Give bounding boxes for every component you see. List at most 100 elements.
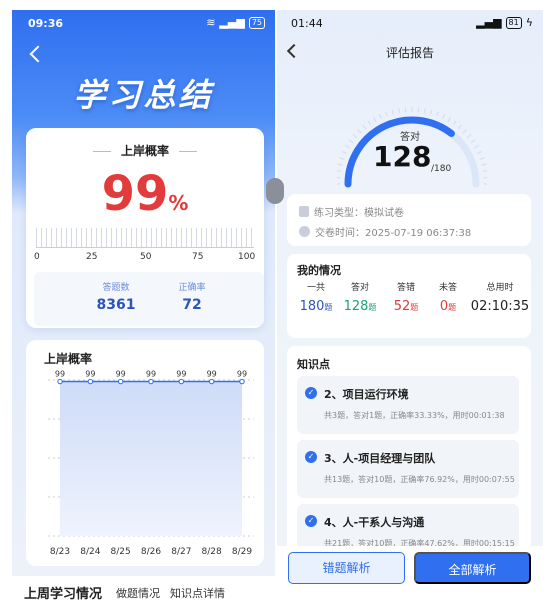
stat-total: 一共 180题	[299, 280, 333, 314]
study-summary-screen: 09:36 ≋ ▂▄▆ 75 学习总结 上岸概率 99% 0 25 50 75 …	[12, 10, 275, 607]
knowledge-name: 2、项目运行环境	[324, 388, 409, 401]
knowledge-item[interactable]: ✓ 2、项目运行环境 共3题，答对1题，正确率33.33%，用时00:01:38	[297, 376, 519, 434]
stat-number: 52	[393, 299, 411, 314]
knowledge-name: 3、人-项目经理与团队	[324, 452, 436, 465]
hero-title: 学习总结	[73, 76, 214, 114]
data-point	[239, 378, 245, 385]
stat-label: 正确率	[178, 283, 206, 293]
screenshot-canvas: 09:36 ≋ ▂▄▆ 75 学习总结 上岸概率 99% 0 25 50 75 …	[0, 0, 555, 607]
gauge-tick	[430, 109, 433, 115]
floating-side-handle[interactable]	[266, 178, 284, 204]
stat-value: 128题	[343, 299, 377, 314]
stat-answered: 答题数 8361	[76, 280, 156, 313]
gauge-tick	[479, 157, 485, 160]
x-tick-label: 8/29	[232, 547, 252, 557]
data-label: 99	[207, 370, 217, 379]
data-label: 99	[116, 370, 126, 379]
check-icon: ✓	[305, 451, 317, 463]
data-point	[178, 378, 185, 385]
stat-value: 02:10:35	[469, 299, 531, 314]
stat-correct: 答对 128题	[343, 280, 377, 314]
gauge-tick	[391, 109, 394, 115]
knowledge-item[interactable]: ✓ 3、人-项目经理与团队 共13题，答对10题，正确率76.92%，用时00:…	[297, 440, 519, 498]
data-label: 99	[85, 370, 95, 379]
gauge-tick	[398, 108, 401, 114]
knowledge-card: 知识点 ✓ 2、项目运行环境 共3题，答对1题，正确率33.33%，用时00:0…	[287, 346, 531, 562]
rate-scale-ticks	[36, 228, 254, 248]
tab-knowledge-detail[interactable]: 知识点详情	[170, 585, 225, 601]
weekly-section: 上周学习情况 做题情况 知识点详情	[12, 576, 275, 607]
stat-number: 0	[439, 299, 449, 314]
gauge-tick	[337, 170, 342, 173]
data-point	[117, 378, 124, 385]
bottom-action-bar: 错题解析 全部解析	[277, 546, 543, 607]
x-tick-label: 8/23	[50, 547, 70, 557]
scale-label: 75	[192, 252, 204, 262]
all-analysis-button[interactable]: 全部解析	[414, 552, 531, 584]
knowledge-detail: 共3题，答对1题，正确率33.33%，用时00:01:38	[324, 411, 505, 420]
gauge-tick	[341, 150, 347, 155]
trend-card: 上岸概率 99 99 99 99 99 99 99 8/23 8/24 8/25 8/26 8/27 8…	[26, 340, 264, 566]
clock-icon	[299, 226, 310, 237]
gauge-tick	[378, 113, 383, 119]
signal-icon: ▂▄▆	[476, 16, 502, 29]
gauge-tick	[481, 163, 487, 166]
data-label: 99	[55, 370, 65, 379]
gauge-tick	[441, 113, 446, 119]
gauge-tick	[474, 144, 479, 149]
status-icons: ▂▄▆ 81 ϟ	[476, 16, 533, 29]
stat-head: 答错	[396, 283, 415, 293]
data-point	[87, 378, 94, 385]
weekly-title: 上周学习情况	[24, 587, 103, 602]
score-value: 128	[373, 140, 432, 173]
gauge-tick	[447, 117, 452, 122]
stat-unit: 题	[368, 303, 377, 312]
rate-unit: %	[168, 191, 189, 215]
wrong-analysis-button[interactable]: 错题解析	[288, 552, 405, 584]
battery-icon: 81	[505, 16, 522, 29]
check-icon: ✓	[305, 387, 317, 399]
back-icon[interactable]	[29, 45, 47, 63]
stat-unit: 题	[410, 303, 419, 312]
gauge-tick	[482, 170, 487, 173]
stats-panel: 答题数 8361 正确率 72	[34, 272, 264, 326]
x-tick-label: 8/25	[111, 547, 131, 557]
charging-icon: ϟ	[525, 16, 533, 29]
data-label: 99	[176, 370, 186, 379]
stat-head: 总用时	[486, 283, 514, 293]
status-bar: 09:36 ≋ ▂▄▆ 75	[12, 10, 275, 36]
stat-head: 一共	[306, 283, 325, 293]
stat-wrong: 答错 52题	[389, 280, 423, 314]
stat-head: 答对	[350, 283, 369, 293]
stat-value: 8361	[96, 297, 136, 313]
rate-number: 99	[101, 166, 169, 222]
exam-info-card: 练习类型：模拟试卷 交卷时间：2025-07-19 06:37:38	[287, 194, 531, 246]
x-tick-label: 8/27	[171, 547, 191, 557]
status-time: 09:36	[28, 17, 64, 30]
evaluation-report-screen: 01:44 ▂▄▆ 81 ϟ 评估报告 答对 128 /180 练习类型：模拟试…	[277, 10, 543, 607]
submit-time-row: 交卷时间：2025-07-19 06:37:38	[299, 224, 471, 239]
knowledge-title: 知识点	[297, 358, 330, 371]
data-point	[148, 378, 154, 385]
stat-duration: 总用时 02:10:35	[469, 280, 531, 314]
my-situation-card: 我的情况 一共 180题 答对 128题 答错 52题 未答 0题 总用时 02…	[287, 254, 531, 338]
gauge-tick	[423, 108, 426, 114]
gauge-tick	[477, 150, 483, 155]
scale-label: 25	[86, 252, 98, 262]
x-tick-label: 8/24	[80, 547, 100, 557]
my-situation-title: 我的情况	[297, 264, 341, 277]
stat-number: 180	[299, 299, 325, 314]
gauge-tick	[367, 120, 372, 126]
scale-label: 100	[238, 252, 256, 262]
tab-practice[interactable]: 做题情况	[116, 585, 160, 601]
scale-label: 0	[34, 252, 40, 262]
area-fill	[60, 381, 242, 536]
x-tick-label: 8/26	[141, 547, 161, 557]
status-time: 01:44	[291, 17, 323, 30]
practice-type-row: 练习类型：模拟试卷	[299, 204, 404, 219]
gauge-tick	[436, 111, 439, 117]
check-icon: ✓	[305, 515, 317, 527]
stat-number: 128	[343, 299, 369, 314]
gauge-tick	[385, 111, 388, 117]
gauge-tick	[337, 163, 343, 166]
